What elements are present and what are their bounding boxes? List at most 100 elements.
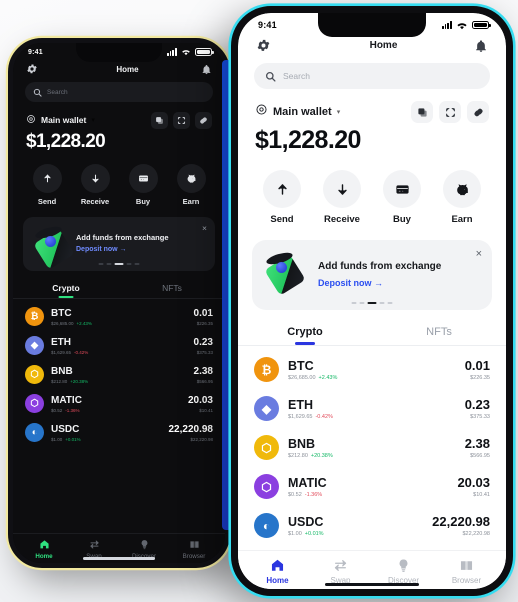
coin-change: -0.42% (74, 349, 89, 355)
coin-row-bnb[interactable]: ⬡ BNB $212.80 +20.38% 2.38 $566.95 (25, 360, 213, 389)
status-indicators (166, 48, 214, 56)
cellular-icon (441, 21, 452, 29)
coin-value: $10.41 (473, 492, 490, 498)
coin-price: $1.00 (51, 436, 63, 442)
gear-icon[interactable] (26, 63, 38, 75)
close-icon[interactable]: × (202, 224, 207, 233)
promo-illustration (262, 250, 310, 296)
promo-banner[interactable]: Add funds from exchange Deposit now → × (252, 240, 492, 310)
action-receive[interactable]: Receive (80, 164, 110, 206)
coin-row-eth[interactable]: ◆ ETH $1,629.65 -0.42% 0.23 $375.33 (25, 331, 213, 360)
gear-icon[interactable] (256, 38, 271, 53)
coin-row-btc[interactable]: ₿ BTC $26,685.00 +2.43% 0.01 $226.35 (254, 350, 490, 389)
coin-row-eth[interactable]: ◆ ETH $1,629.65 -0.42% 0.23 $375.33 (254, 389, 490, 428)
copy-icon[interactable] (411, 101, 433, 123)
search-bar[interactable]: Search (254, 63, 490, 89)
status-time: 9:41 (258, 20, 277, 30)
chevron-down-icon: ▾ (91, 117, 95, 124)
coin-row-matic[interactable]: ⬡ MATIC $0.52 -1.36% 20.03 $10.41 (25, 389, 213, 418)
search-bar[interactable]: Search (25, 82, 213, 102)
action-buy[interactable]: Buy (128, 164, 158, 206)
promo-cta-link[interactable]: Deposit now → (318, 278, 482, 288)
action-label: Earn (451, 214, 473, 225)
coin-value: $375.33 (470, 414, 490, 420)
coin-change: +2.43% (318, 374, 338, 381)
link-icon[interactable] (467, 101, 489, 123)
coin-symbol: MATIC (288, 475, 327, 490)
coin-row-usdc[interactable]: ◐ USDC $1.00 +0.01% 22,220.98 $22,220.98 (25, 418, 213, 447)
coin-change: -1.36% (304, 491, 323, 498)
coin-price: $1,629.65 (51, 349, 72, 355)
coin-amount: 20.03 (457, 475, 490, 490)
promo-cta-link[interactable]: Deposit now → (76, 246, 207, 253)
home-icon (271, 559, 284, 571)
search-icon (33, 88, 42, 97)
wallet-selector[interactable]: Main wallet ▾ (255, 103, 340, 121)
coin-change: +20.38% (310, 452, 333, 459)
home-icon (39, 540, 49, 549)
coin-price: $212.80 (288, 452, 308, 459)
coin-list-light: ₿ BTC $26,685.00 +2.43% 0.01 $226.35 ◆ ET… (238, 346, 506, 545)
arrow-down-icon (323, 170, 361, 208)
coin-value: $226.35 (470, 375, 490, 381)
action-send[interactable]: Send (32, 164, 62, 206)
coin-symbol: USDC (288, 514, 324, 529)
coin-value: $226.35 (196, 320, 213, 326)
btc-icon: ₿ (25, 307, 44, 326)
action-send[interactable]: Send (263, 170, 301, 225)
screen-dark: 9:41 Home Search Main wallet ▾ $1,228.20… (13, 43, 225, 563)
tab-crypto[interactable]: Crypto (238, 326, 372, 345)
scan-icon[interactable] (173, 111, 190, 129)
coin-price: $212.80 (51, 378, 68, 384)
arrow-up-icon (32, 164, 62, 193)
wallet-balance: $1,228.20 (26, 131, 106, 152)
arrow-up-icon (263, 170, 301, 208)
bell-icon[interactable] (474, 39, 488, 53)
wallet-selector[interactable]: Main wallet ▾ (26, 111, 95, 129)
coin-amount: 2.38 (193, 365, 213, 377)
action-label: Earn (182, 197, 200, 206)
coin-row-matic[interactable]: ⬡ MATIC $0.52 -1.36% 20.03 $10.41 (254, 467, 490, 506)
chevron-down-icon: ▾ (336, 109, 341, 116)
coin-row-usdc[interactable]: ◐ USDC $1.00 +0.01% 22,220.98 $22,220.98 (254, 506, 490, 545)
coin-change: +20.38% (70, 378, 89, 384)
quick-actions-dark: Send Receive Buy Earn (13, 153, 225, 206)
coin-change: +0.01% (304, 530, 324, 537)
wallet-row: Main wallet ▾ (238, 89, 506, 123)
wallet-name: Main wallet (273, 106, 332, 118)
tab-crypto[interactable]: Crypto (13, 283, 119, 298)
action-receive[interactable]: Receive (323, 170, 361, 225)
coin-amount: 22,220.98 (168, 423, 214, 435)
scan-icon[interactable] (439, 101, 461, 123)
phone-dark: 9:41 Home Search Main wallet ▾ $1,228.20… (8, 38, 230, 568)
coin-list-dark: ₿ BTC $26,685.00 +2.43% 0.01 $226.35 ◆ ET… (13, 299, 225, 447)
coin-row-bnb[interactable]: ⬡ BNB $212.80 +20.38% 2.38 $566.95 (254, 428, 490, 467)
coin-amount: 22,220.98 (432, 514, 490, 529)
promo-banner[interactable]: Add funds from exchange Deposit now → × (23, 217, 215, 271)
eye-icon (26, 111, 36, 129)
action-earn[interactable]: Earn (443, 170, 481, 225)
piggy-bank-icon (443, 170, 481, 208)
carousel-dots (351, 302, 393, 304)
eth-icon: ◆ (254, 396, 279, 421)
piggy-bank-icon (176, 164, 206, 193)
swap-icon (334, 560, 347, 571)
matic-icon: ⬡ (25, 394, 44, 413)
link-icon[interactable] (195, 111, 212, 129)
usdc-icon: ◐ (25, 423, 44, 442)
coin-symbol: BNB (51, 365, 73, 377)
close-icon[interactable]: × (476, 249, 482, 260)
coin-row-btc[interactable]: ₿ BTC $26,685.00 +2.43% 0.01 $226.35 (25, 302, 213, 331)
coin-price: $0.52 (51, 407, 63, 413)
tab-nfts[interactable]: NFTs (119, 283, 225, 298)
action-buy[interactable]: Buy (383, 170, 421, 225)
copy-icon[interactable] (151, 111, 168, 129)
action-earn[interactable]: Earn (176, 164, 206, 206)
tab-nfts[interactable]: NFTs (372, 326, 506, 345)
content-tabs-dark: Crypto NFTs (13, 283, 225, 298)
bulb-icon (399, 559, 408, 572)
coin-value: $22,220.98 (462, 531, 490, 537)
search-placeholder: Search (47, 88, 68, 96)
bell-icon[interactable] (201, 64, 212, 75)
bnb-icon: ⬡ (25, 365, 44, 384)
